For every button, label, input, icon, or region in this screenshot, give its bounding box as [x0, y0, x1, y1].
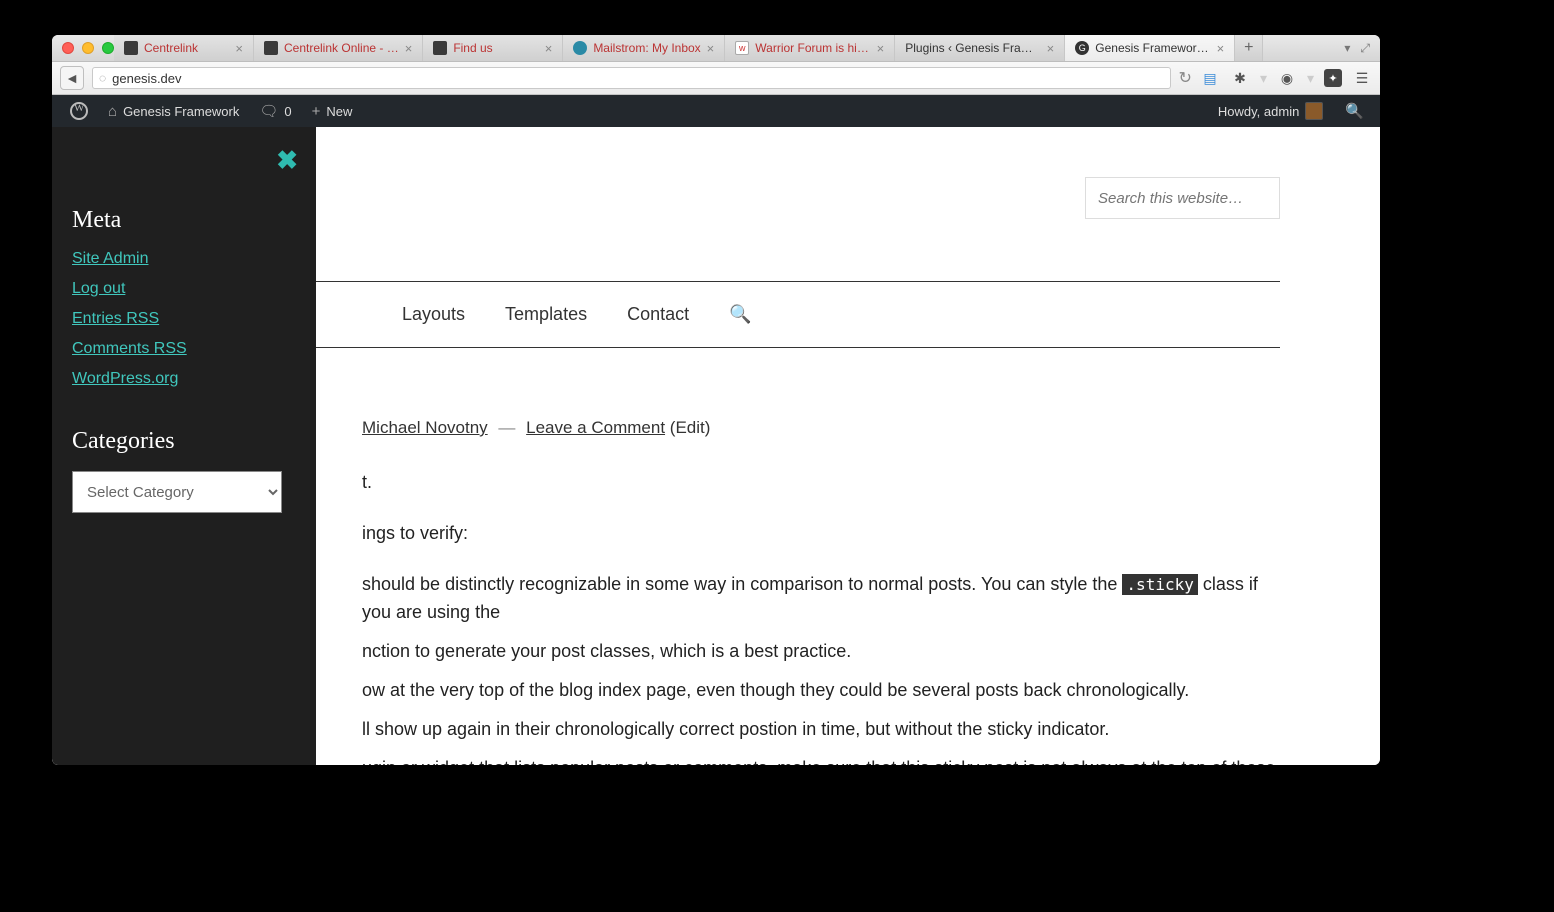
tab-label: Centrelink [144, 41, 198, 55]
post-body: t. ings to verify: should be distinctly … [152, 468, 1280, 765]
url-text: genesis.dev [112, 71, 181, 86]
favicon-icon: G [1075, 41, 1089, 55]
window-controls [52, 42, 114, 54]
paragraph: ings to verify: [362, 519, 1280, 548]
wp-admin-bar: ⌂Genesis Framework 🗨0 +New Howdy, admin … [52, 95, 1380, 127]
tab[interactable]: Centrelink × [114, 35, 254, 61]
home-icon: ⌂ [108, 103, 117, 120]
howdy-text: Howdy, admin [1218, 104, 1299, 119]
titlebar: Centrelink × Centrelink Online - … × Find … [52, 35, 1380, 62]
reload-icon[interactable]: ↻ [1179, 68, 1192, 88]
comment-icon: 🗨 [259, 102, 278, 120]
paragraph: t. [362, 468, 1280, 497]
gear-icon[interactable]: ✱ [1230, 70, 1250, 87]
list-item: ow at the very top of the blog index pag… [362, 676, 1280, 705]
tab-strip: Centrelink × Centrelink Online - … × Find … [114, 35, 1344, 61]
list-item: ll show up again in their chronologicall… [362, 715, 1280, 744]
close-icon[interactable]: ✖ [276, 145, 298, 176]
avatar [1305, 102, 1323, 120]
close-tab-icon[interactable]: × [405, 41, 413, 56]
url-bar: ◄ ◌ genesis.dev ↻ ▤ ✱▾ ◉▾ ✦ ☰ [52, 62, 1380, 95]
url-field[interactable]: ◌ genesis.dev [92, 67, 1171, 89]
tab[interactable]: w Warrior Forum is hir… × [725, 35, 895, 61]
tab-label: Plugins ‹ Genesis Frame… [905, 41, 1040, 55]
close-tab-icon[interactable]: × [707, 41, 715, 56]
site-search[interactable] [1085, 177, 1280, 219]
edit-link[interactable]: (Edit) [670, 418, 711, 437]
tab[interactable]: Mailstrom: My Inbox × [563, 35, 725, 61]
site-admin-link[interactable]: Site Admin [72, 250, 148, 267]
entries-rss-link[interactable]: Entries RSS [72, 310, 159, 327]
author-link[interactable]: Michael Novotny [362, 418, 488, 437]
close-tab-icon[interactable]: × [877, 41, 885, 56]
camera-icon[interactable]: ◉ [1277, 70, 1297, 87]
nav-search-icon[interactable]: 🔍 [729, 304, 751, 325]
separator: — [498, 418, 515, 437]
extension-icon[interactable]: ▤ [1200, 70, 1220, 87]
new-tab-button[interactable]: + [1235, 35, 1263, 61]
browser-window: Centrelink × Centrelink Online - … × Find … [52, 35, 1380, 765]
leave-comment-link[interactable]: Leave a Comment [526, 418, 665, 437]
list-item: nction to generate your post classes, wh… [362, 637, 1280, 666]
favicon-icon [433, 41, 447, 55]
favicon-icon [573, 41, 587, 55]
titlebar-right: ▾ ⤢ [1344, 41, 1380, 56]
close-tab-icon[interactable]: × [545, 41, 553, 56]
globe-icon: ◌ [99, 71, 106, 85]
new-content-link[interactable]: + New [302, 95, 363, 127]
nav-templates[interactable]: Templates [505, 304, 587, 325]
comments-count: 0 [284, 104, 291, 119]
tab-label: Centrelink Online - … [284, 41, 399, 55]
wp-logo-menu[interactable] [60, 95, 98, 127]
favicon-icon [124, 41, 138, 55]
nav-layouts[interactable]: Layouts [402, 304, 465, 325]
meta-heading: Meta [72, 207, 296, 234]
fullscreen-icon[interactable]: ⤢ [1360, 41, 1370, 56]
code-sticky: .sticky [1122, 574, 1197, 595]
comments-link[interactable]: 🗨0 [249, 95, 301, 127]
close-tab-icon[interactable]: × [235, 41, 243, 56]
tab[interactable]: Centrelink Online - … × [254, 35, 423, 61]
howdy-link[interactable]: Howdy, admin [1208, 102, 1333, 120]
onepassword-icon[interactable]: ✦ [1324, 69, 1342, 87]
wordpress-org-link[interactable]: WordPress.org [72, 370, 178, 387]
wordpress-icon [70, 102, 88, 120]
category-select[interactable]: Select Category [72, 471, 282, 513]
categories-heading: Categories [72, 428, 296, 455]
site-name: Genesis Framework [123, 104, 239, 119]
post-meta: Michael Novotny — Leave a Comment (Edit) [152, 418, 1280, 438]
tab-label: Mailstrom: My Inbox [593, 41, 700, 55]
logout-link[interactable]: Log out [72, 280, 125, 297]
back-button[interactable]: ◄ [60, 66, 84, 90]
tab[interactable]: Plugins ‹ Genesis Frame… × [895, 35, 1065, 61]
list-item: should be distinctly recognizable in som… [362, 570, 1280, 628]
search-input[interactable] [1098, 190, 1267, 207]
primary-nav: Layouts Templates Contact 🔍 [152, 281, 1280, 348]
close-tab-icon[interactable]: × [1217, 41, 1225, 56]
tab[interactable]: Find us × [423, 35, 563, 61]
menu-icon[interactable]: ☰ [1352, 70, 1372, 87]
toolbar-icons: ▤ ✱▾ ◉▾ ✦ ☰ [1200, 69, 1372, 87]
admin-search-icon[interactable]: 🔍 [1337, 102, 1372, 120]
tab-label: Warrior Forum is hir… [755, 41, 870, 55]
favicon-icon [264, 41, 278, 55]
offcanvas-sidebar: ✖ Meta Site Admin Log out Entries RSS Co… [52, 127, 316, 765]
chevron-down-icon[interactable]: ▾ [1344, 41, 1350, 56]
tab-label: Genesis Framework … [1095, 41, 1210, 55]
meta-links: Site Admin Log out Entries RSS Comments … [72, 250, 296, 388]
comments-rss-link[interactable]: Comments RSS [72, 340, 187, 357]
favicon-icon: w [735, 41, 749, 55]
new-label: New [326, 104, 352, 119]
nav-contact[interactable]: Contact [627, 304, 689, 325]
tab-active[interactable]: G Genesis Framework … × [1065, 35, 1235, 61]
list-item: ugin or widget that lists popular posts … [362, 754, 1280, 765]
content-area: s framework Layouts Templates Contact 🔍 … [52, 127, 1380, 765]
plus-icon: + [312, 103, 321, 120]
maximize-window-button[interactable] [102, 42, 114, 54]
close-tab-icon[interactable]: × [1047, 41, 1055, 56]
tab-label: Find us [453, 41, 492, 55]
minimize-window-button[interactable] [82, 42, 94, 54]
site-name-link[interactable]: ⌂ Genesis Framework [98, 95, 249, 127]
close-window-button[interactable] [62, 42, 74, 54]
